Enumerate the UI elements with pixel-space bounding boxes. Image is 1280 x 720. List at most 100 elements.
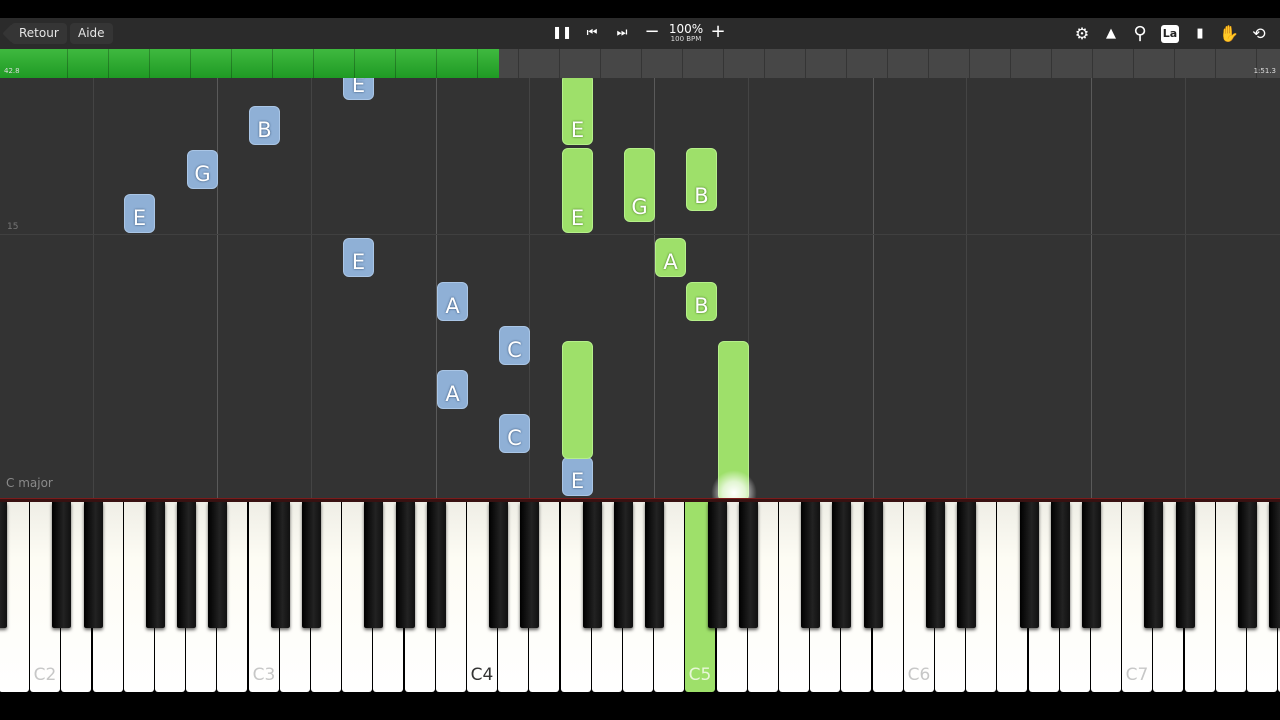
timeline-tick <box>969 49 970 78</box>
note-label-button[interactable]: La <box>1161 25 1179 43</box>
octave-label: C2 <box>33 665 57 685</box>
timeline-tick <box>354 49 355 78</box>
timeline-tick <box>272 49 273 78</box>
black-key[interactable] <box>146 502 165 628</box>
total-time: 1:51.3 <box>1253 67 1276 75</box>
help-button[interactable]: Aide <box>70 23 113 44</box>
black-key[interactable] <box>864 502 883 628</box>
black-key[interactable] <box>1020 502 1039 628</box>
timeline-tick <box>190 49 191 78</box>
bookmark-icon[interactable]: ▮ <box>1190 24 1210 44</box>
black-key[interactable] <box>427 502 446 628</box>
note: A <box>437 282 468 321</box>
black-key[interactable] <box>614 502 633 628</box>
black-key[interactable] <box>1238 502 1257 628</box>
timeline-progress <box>0 49 500 78</box>
metronome-icon[interactable]: ▲ <box>1101 24 1121 44</box>
black-key[interactable] <box>1051 502 1070 628</box>
piano-keyboard[interactable]: C2 C3 C4 C5 C6 C7 <box>0 502 1280 694</box>
measure-line <box>0 234 1280 235</box>
timeline-tick <box>1051 49 1052 78</box>
timeline-tick <box>1133 49 1134 78</box>
settings-icon[interactable]: ⚙ <box>1072 24 1092 44</box>
timeline-tick <box>887 49 888 78</box>
note: E <box>124 194 155 233</box>
note: B <box>686 282 717 321</box>
back-button[interactable]: Retour <box>11 23 67 44</box>
timeline-tick <box>313 49 314 78</box>
black-key[interactable] <box>52 502 71 628</box>
previous-icon[interactable]: ⏮ <box>582 25 602 40</box>
note: A <box>437 370 468 409</box>
grid-line <box>93 78 94 498</box>
next-icon[interactable]: ⏭ <box>612 25 632 40</box>
timeline-tick <box>149 49 150 78</box>
black-key[interactable] <box>1176 502 1195 628</box>
black-key[interactable] <box>396 502 415 628</box>
timeline-tick <box>67 49 68 78</box>
timeline-tick <box>1010 49 1011 78</box>
black-key[interactable] <box>832 502 851 628</box>
speed-up-icon[interactable]: + <box>708 21 728 42</box>
timeline-tick <box>723 49 724 78</box>
black-key[interactable] <box>708 502 727 628</box>
black-key[interactable] <box>177 502 196 628</box>
timeline-tick <box>395 49 396 78</box>
grid-line <box>217 78 218 498</box>
speed-down-icon[interactable]: − <box>642 21 662 42</box>
black-key[interactable] <box>957 502 976 628</box>
timeline-tick <box>108 49 109 78</box>
black-key[interactable] <box>645 502 664 628</box>
note: E <box>562 148 593 233</box>
octave-label: C5 <box>688 665 712 685</box>
black-key[interactable] <box>271 502 290 628</box>
octave-label: C7 <box>1125 665 1149 685</box>
octave-label: C4 <box>470 665 494 685</box>
note: G <box>624 148 655 222</box>
black-key[interactable] <box>302 502 321 628</box>
note-roll: 15 C major E B G E E A C A C E E E G B A… <box>0 78 1280 498</box>
octave-label: C6 <box>907 665 931 685</box>
grid-line <box>873 78 874 498</box>
note: B <box>249 106 280 145</box>
loop-icon[interactable]: ⟲ <box>1249 24 1269 44</box>
grid-line <box>1091 78 1092 498</box>
black-key[interactable] <box>0 502 7 628</box>
timeline-tick <box>600 49 601 78</box>
hand-icon[interactable]: ✋ <box>1219 24 1239 44</box>
speed-bpm: 100 BPM <box>670 35 702 43</box>
black-key[interactable] <box>1082 502 1101 628</box>
pause-icon[interactable]: ❚❚ <box>552 25 572 39</box>
grid-line <box>654 78 655 498</box>
grid-line <box>966 78 967 498</box>
zoom-icon[interactable]: ⚲ <box>1130 24 1150 44</box>
timeline-tick <box>231 49 232 78</box>
black-key[interactable] <box>1269 502 1280 628</box>
note: E <box>562 78 593 145</box>
black-key[interactable] <box>926 502 945 628</box>
black-key[interactable] <box>739 502 758 628</box>
speed-percent: 100% <box>668 22 704 36</box>
octave-label: C3 <box>252 665 276 685</box>
black-key[interactable] <box>364 502 383 628</box>
timeline-tick <box>846 49 847 78</box>
black-key[interactable] <box>208 502 227 628</box>
note: E <box>562 457 593 496</box>
black-key[interactable] <box>84 502 103 628</box>
black-key[interactable] <box>801 502 820 628</box>
back-label: Retour <box>19 26 59 40</box>
note: C <box>499 326 530 365</box>
black-key[interactable] <box>489 502 508 628</box>
timeline-tick <box>436 49 437 78</box>
timeline-tick <box>1092 49 1093 78</box>
help-label: Aide <box>78 26 105 40</box>
timeline-tick <box>559 49 560 78</box>
measure-number: 15 <box>7 222 19 232</box>
timeline-tick <box>518 49 519 78</box>
timeline-scrubber[interactable]: 42.8 1:51.3 <box>0 49 1280 78</box>
black-key[interactable] <box>520 502 539 628</box>
note: A <box>655 238 686 277</box>
bottom-bar <box>0 694 1280 720</box>
black-key[interactable] <box>1144 502 1163 628</box>
black-key[interactable] <box>583 502 602 628</box>
